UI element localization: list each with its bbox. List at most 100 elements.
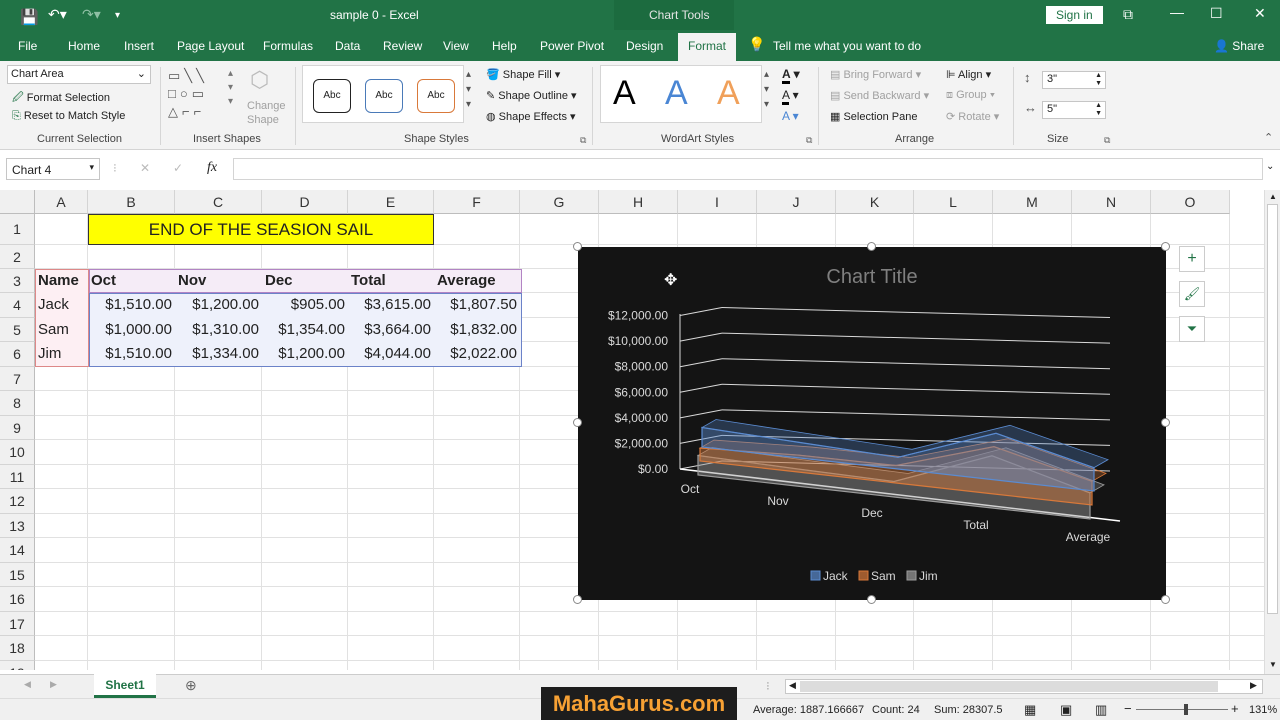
text-fill-button[interactable]: A ▾ xyxy=(782,67,800,84)
normal-view-icon[interactable]: ▦ xyxy=(1024,702,1036,718)
scroll-down-icon[interactable]: ▼ xyxy=(1269,660,1277,669)
column-header-g[interactable]: G xyxy=(520,190,599,214)
data-cell[interactable]: $1,832.00 xyxy=(437,318,517,342)
tab-split-icon[interactable]: ⁝ xyxy=(766,679,770,693)
header-cell[interactable]: Dec xyxy=(265,269,345,293)
dialog-launcher-icon[interactable]: ⧉ xyxy=(580,135,586,146)
tab-page-layout[interactable]: Page Layout xyxy=(177,39,244,53)
page-layout-view-icon[interactable]: ▣ xyxy=(1060,702,1072,718)
column-header-d[interactable]: D xyxy=(262,190,348,214)
insert-function-button[interactable]: fx xyxy=(207,160,217,176)
tab-formulas[interactable]: Formulas xyxy=(263,39,313,53)
shape-outline-button[interactable]: ✎ Shape Outline ▾ xyxy=(486,89,577,102)
shape-effects-button[interactable]: ◍ Shape Effects ▾ xyxy=(486,110,576,123)
chart-element-dropdown[interactable]: Chart Area ⌄ xyxy=(7,65,151,84)
resize-handle[interactable] xyxy=(867,595,876,604)
data-cell[interactable]: $4,044.00 xyxy=(351,342,431,366)
vertical-scrollbar[interactable]: ▲ ▼ xyxy=(1264,190,1280,674)
shape-style-1[interactable]: Abc xyxy=(313,79,351,113)
row-header-9[interactable]: 9 xyxy=(0,416,35,440)
column-header-m[interactable]: M xyxy=(993,190,1072,214)
tab-design[interactable]: Design xyxy=(626,39,663,53)
vertical-scroll-thumb[interactable] xyxy=(1267,204,1278,614)
spinner-icon[interactable]: ▲ ▼ xyxy=(1095,102,1102,118)
chart-elements-button[interactable]: + xyxy=(1179,246,1205,272)
selection-pane-button[interactable]: ▦ Selection Pane xyxy=(830,110,917,123)
tell-me-input[interactable]: Tell me what you want to do xyxy=(773,39,921,53)
data-cell[interactable]: $1,334.00 xyxy=(178,342,259,366)
row-header-15[interactable]: 15 xyxy=(0,563,35,587)
shape-style-3[interactable]: Abc xyxy=(417,79,455,113)
reset-to-match-style-button[interactable]: ⎘ Reset to Match Style xyxy=(12,110,125,123)
wordart-style-blue[interactable]: A xyxy=(665,74,688,113)
maximize-icon[interactable]: ☐ xyxy=(1210,5,1223,22)
redo-icon[interactable]: ↷▾ xyxy=(82,6,101,23)
row-header-18[interactable]: 18 xyxy=(0,636,35,661)
group-button[interactable]: ⧈ Group ▾ xyxy=(946,89,995,102)
column-header-o[interactable]: O xyxy=(1151,190,1230,214)
row-header-10[interactable]: 10 xyxy=(0,440,35,465)
send-backward-button[interactable]: ▤ Send Backward ▾ xyxy=(830,89,929,102)
resize-handle[interactable] xyxy=(573,595,582,604)
row-header-6[interactable]: 6 xyxy=(0,342,35,367)
tab-insert[interactable]: Insert xyxy=(124,39,154,53)
header-cell[interactable]: Name xyxy=(38,269,85,293)
enter-formula-button[interactable]: ✓ xyxy=(173,161,183,175)
customize-qat-icon[interactable]: ▾ xyxy=(115,10,120,21)
row-header-2[interactable]: 2 xyxy=(0,245,35,269)
data-cell[interactable]: $1,510.00 xyxy=(91,293,172,317)
wordart-scroll-icon[interactable]: ▴ ▾ ▾ xyxy=(764,67,769,112)
bring-forward-button[interactable]: ▤ Bring Forward ▾ xyxy=(830,68,921,81)
header-cell[interactable]: Average xyxy=(437,269,517,293)
size-launcher-icon[interactable]: ⧉ xyxy=(1104,135,1110,146)
horizontal-scrollbar[interactable]: ◀ ▶ xyxy=(785,679,1263,694)
column-header-j[interactable]: J xyxy=(757,190,836,214)
expand-formula-icon[interactable]: ⌄ xyxy=(1266,161,1274,172)
header-cell[interactable]: Nov xyxy=(178,269,259,293)
title-cell[interactable]: END OF THE SEASION SAIL xyxy=(88,214,434,245)
tab-help[interactable]: Help xyxy=(492,39,517,53)
data-cell[interactable]: $3,664.00 xyxy=(351,318,431,342)
data-cell[interactable]: $905.00 xyxy=(265,293,345,317)
shapes-scroll-icon[interactable]: ▴ ▾ ▾ xyxy=(228,67,233,109)
data-cell[interactable]: Jim xyxy=(38,342,85,366)
tab-file[interactable]: File xyxy=(18,39,37,53)
formula-input[interactable] xyxy=(233,158,1263,180)
save-icon[interactable]: 💾 xyxy=(20,8,39,26)
resize-handle[interactable] xyxy=(1161,418,1170,427)
row-header-3[interactable]: 3 xyxy=(0,269,35,293)
data-cell[interactable]: $1,200.00 xyxy=(265,342,345,366)
sheet-tab-sheet1[interactable]: Sheet1 xyxy=(94,674,156,698)
resize-handle[interactable] xyxy=(573,418,582,427)
data-cell[interactable]: $1,000.00 xyxy=(91,318,172,342)
tab-format[interactable]: Format xyxy=(678,33,737,61)
align-button[interactable]: ⊫ Align ▾ xyxy=(946,68,991,81)
data-cell[interactable]: Jack xyxy=(38,293,85,317)
undo-icon[interactable]: ↶▾ xyxy=(48,6,67,23)
wordart-style-orange[interactable]: A xyxy=(717,74,740,113)
header-cell[interactable]: Oct xyxy=(91,269,172,293)
row-header-1[interactable]: 1 xyxy=(0,214,35,245)
collapse-ribbon-icon[interactable]: ⌃ xyxy=(1264,131,1273,144)
chart-area[interactable]: Chart Title $12,000.00 $10,000.00 $8,000.00… xyxy=(578,247,1166,600)
data-cell[interactable]: $1,200.00 xyxy=(178,293,259,317)
scroll-right-icon[interactable]: ▶ xyxy=(1250,680,1257,691)
change-shape-label[interactable]: Change xyxy=(247,100,286,112)
data-cell[interactable]: $1,310.00 xyxy=(178,318,259,342)
tab-review[interactable]: Review xyxy=(383,39,422,53)
column-header-f[interactable]: F xyxy=(434,190,520,214)
add-sheet-icon[interactable]: ⊕ xyxy=(185,677,197,694)
tab-power-pivot[interactable]: Power Pivot xyxy=(540,39,604,53)
zoom-out-icon[interactable]: − xyxy=(1124,701,1132,716)
zoom-level[interactable]: 131% xyxy=(1249,704,1277,716)
data-cell[interactable]: $1,807.50 xyxy=(437,293,517,317)
chart-filters-button[interactable]: ⏷ xyxy=(1179,316,1205,342)
zoom-in-icon[interactable]: + xyxy=(1231,701,1239,716)
text-effects-button[interactable]: A ▾ xyxy=(782,109,799,123)
zoom-slider-thumb[interactable] xyxy=(1184,704,1188,715)
row-header-19[interactable]: 19 xyxy=(0,661,35,670)
shape-width-input[interactable]: 5" ▲ ▼ xyxy=(1042,101,1106,119)
resize-handle[interactable] xyxy=(1161,595,1170,604)
column-header-a[interactable]: A xyxy=(35,190,88,214)
row-header-11[interactable]: 11 xyxy=(0,465,35,489)
